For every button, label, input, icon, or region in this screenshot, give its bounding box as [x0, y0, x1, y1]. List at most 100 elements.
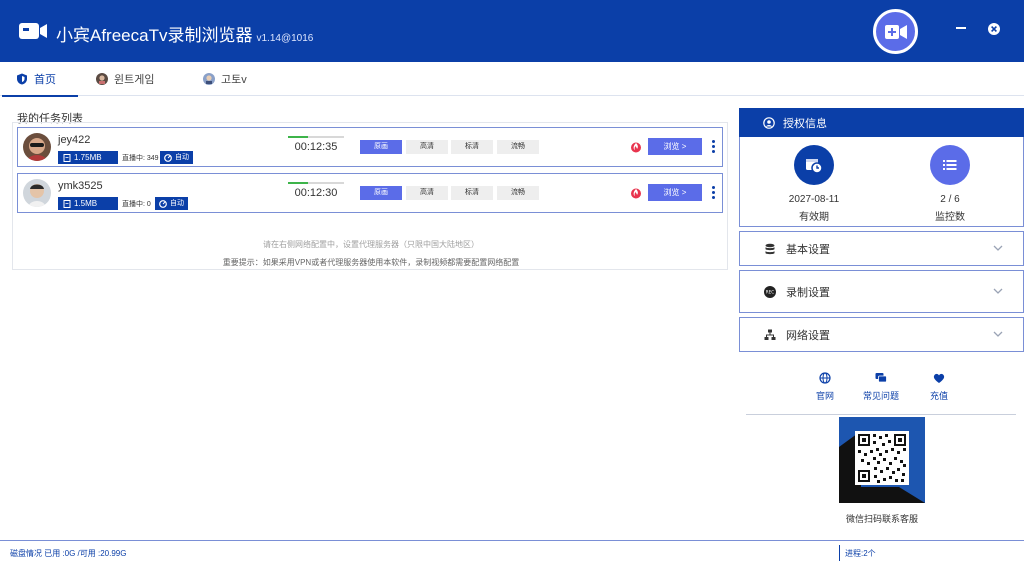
monitor-stat: 2 / 6 监控数 [910, 145, 990, 223]
network-icon [764, 329, 776, 340]
avatar [23, 133, 51, 161]
quality-sd-button[interactable]: 标清 [451, 140, 493, 154]
chat-icon [875, 373, 887, 383]
progress-bar [288, 182, 344, 184]
proxy-hint: 请在右侧网络配置中，设置代理服务器（只限中国大陆地区） [263, 240, 479, 249]
qr-caption: 微信扫码联系客服 [845, 514, 918, 524]
auto-badge[interactable]: 自动 [160, 151, 193, 164]
divider [746, 414, 1016, 415]
link-label: 充值 [929, 391, 948, 401]
svg-text:REC: REC [766, 289, 775, 294]
link-label: 官网 [815, 391, 834, 401]
quality-original-button[interactable]: 原画 [360, 186, 402, 200]
network-settings-section[interactable]: 网络设置 [739, 317, 1024, 352]
kebab-icon [711, 150, 715, 153]
tab-label: 윈트게임 [114, 74, 155, 86]
calendar-clock-icon [806, 159, 823, 174]
record-settings-section[interactable]: REC 录制设置 [739, 270, 1024, 313]
more-options-button[interactable] [710, 186, 716, 200]
quality-hd-button[interactable]: 高清 [406, 140, 448, 154]
app-version: v1.14@1016 [256, 33, 314, 44]
kebab-icon [711, 196, 715, 199]
monitor-label: 监控数 [935, 212, 965, 223]
section-label: 基本设置 [786, 243, 830, 256]
file-size: 1.75MB [74, 153, 102, 162]
auto-badge[interactable]: 自动 [155, 197, 188, 210]
progress-fill [288, 136, 308, 138]
basic-settings-section[interactable]: 基本设置 [739, 231, 1024, 266]
quality-smooth-button[interactable]: 流畅 [497, 186, 539, 200]
wechat-qr-code [839, 417, 925, 503]
expiry-date: 2027-08-11 [788, 194, 840, 205]
quality-original-button[interactable]: 原画 [360, 140, 402, 154]
gauge-icon [159, 199, 167, 208]
expiry-label: 有效期 [799, 212, 829, 223]
database-icon [765, 243, 775, 254]
minimize-button[interactable] [952, 22, 970, 40]
tab-label: 首页 [34, 74, 56, 86]
fire-icon[interactable] [630, 187, 642, 199]
expiry-stat: 2027-08-11 有效期 [774, 145, 854, 223]
disk-status: 磁盘情况 已用 :0G /可用 :20.99G [10, 549, 127, 558]
shield-icon [17, 73, 27, 85]
expiry-badge [794, 145, 834, 185]
app-title-text: 小宾AfreecaTv录制浏览器 [56, 26, 253, 45]
faq-link[interactable]: 常见问题 [856, 372, 906, 402]
file-icon [63, 153, 71, 162]
avatar-icon [203, 73, 215, 85]
browse-button[interactable]: 浏览 > [648, 184, 702, 201]
app-title: 小宾AfreecaTv录制浏览器 v1.14@1016 [56, 21, 313, 46]
auto-label: 自动 [170, 200, 184, 207]
chevron-down-icon [993, 245, 1003, 251]
task-card: ymk3525 1.5MB 直播中: 0 自动 00:12:30 原画 高清 标… [17, 173, 723, 213]
qr-code-icon [839, 431, 925, 503]
chevron-down-icon [993, 288, 1003, 294]
quality-sd-button[interactable]: 标清 [451, 186, 493, 200]
auto-label: 自动 [175, 154, 189, 161]
section-label: 网络设置 [786, 329, 830, 342]
viewer-count-label: 直播中 [122, 155, 143, 162]
record-time: 00:12:30 [288, 182, 344, 199]
file-size: 1.5MB [74, 199, 98, 208]
tab-home[interactable]: 首页 [2, 62, 78, 97]
user-photo-icon [23, 179, 51, 207]
file-icon [63, 199, 71, 208]
viewer-count: 直播中: 349 [122, 155, 159, 162]
kebab-icon [711, 191, 715, 194]
username: ymk3525 [58, 180, 103, 192]
heart-icon [933, 373, 945, 383]
elapsed-time: 00:12:30 [294, 187, 338, 199]
close-button[interactable] [987, 22, 1005, 40]
viewer-count-label: 直播中 [122, 201, 143, 208]
tab-channel-2[interactable]: 고토v [203, 62, 247, 96]
section-label: 录制设置 [786, 286, 830, 299]
chevron-down-icon [993, 331, 1003, 337]
viewer-count-value: 349 [146, 155, 159, 162]
website-link[interactable]: 官网 [800, 372, 850, 402]
browse-button[interactable]: 浏览 > [648, 138, 702, 155]
kebab-icon [711, 140, 715, 143]
auth-info-title: 授权信息 [783, 117, 827, 130]
quick-links: 官网 常见问题 充值 [795, 372, 965, 408]
username: jey422 [58, 134, 91, 146]
video-camera-icon [19, 23, 47, 39]
progress-fill [288, 182, 308, 184]
quality-smooth-button[interactable]: 流畅 [497, 140, 539, 154]
recharge-link[interactable]: 充值 [914, 372, 964, 402]
quality-hd-button[interactable]: 高清 [406, 186, 448, 200]
record-button[interactable] [873, 9, 918, 54]
process-status: 进程:2个 [845, 549, 876, 558]
auth-info-header: 授权信息 [739, 108, 1024, 137]
avatar-icon [96, 73, 108, 85]
viewer-count-value: 0 [146, 201, 151, 208]
tab-channel-1[interactable]: 윈트게임 [96, 62, 154, 96]
more-options-button[interactable] [710, 140, 716, 154]
fire-icon[interactable] [630, 141, 642, 153]
task-list-panel: jey422 1.75MB 直播中: 349 自动 00:12:35 原画 高清… [12, 122, 728, 270]
rec-icon: REC [764, 285, 776, 298]
auth-info-body: 2027-08-11 有效期 2 / 6 监控数 [739, 137, 1024, 227]
user-circle-icon [763, 116, 775, 129]
elapsed-time: 00:12:35 [294, 141, 338, 153]
monitor-badge [930, 145, 970, 185]
avatar [23, 179, 51, 207]
